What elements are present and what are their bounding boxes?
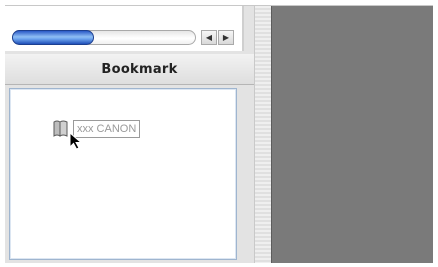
mouse-pointer-icon (69, 132, 83, 150)
book-icon (53, 120, 68, 137)
arrow-left-icon: ◀ (205, 33, 213, 42)
bookmark-item[interactable]: xxx CANON (52, 119, 141, 139)
app-window: ◀ ▶ Bookmark xxx CANON (5, 5, 433, 263)
scroll-right-button[interactable]: ▶ (218, 30, 234, 45)
bookmark-panel[interactable]: xxx CANON (9, 88, 237, 260)
scroll-thumb[interactable] (12, 30, 94, 45)
workspace-area (271, 6, 433, 263)
panel-title: Bookmark (101, 61, 178, 77)
arrow-right-icon: ▶ (222, 33, 230, 42)
scroll-left-button[interactable]: ◀ (201, 30, 217, 45)
pinstripe-divider (254, 6, 272, 263)
horizontal-scrollbar[interactable]: ◀ ▶ (10, 28, 246, 48)
bookmark-header: Bookmark (5, 54, 254, 85)
bookmark-label[interactable]: xxx CANON (73, 120, 141, 138)
